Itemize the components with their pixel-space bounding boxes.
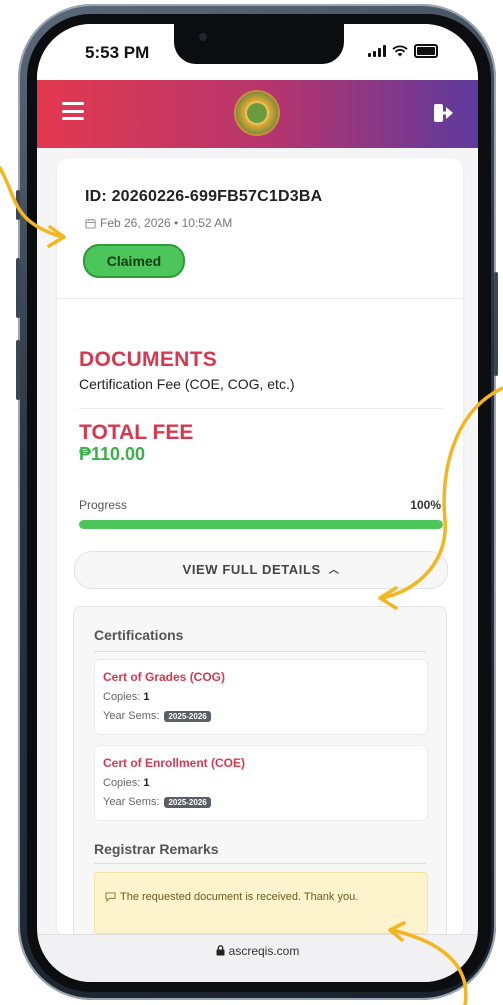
certification-year: Year Sems: 2025-2026 — [103, 710, 211, 722]
notch — [174, 24, 344, 64]
status-bar: 5:53 PM — [37, 24, 478, 80]
url-display: ascreqis.com — [37, 944, 478, 958]
total-fee-value: ₱110.00 — [79, 444, 146, 464]
progress-label: Progress — [79, 498, 128, 512]
camera-icon — [199, 33, 207, 41]
phone-side-button — [16, 190, 20, 220]
request-card: ID: 20260226-699FB57C1D3BA Feb 26, 2026 … — [57, 158, 463, 934]
total-fee-label: TOTAL FEE — [79, 421, 194, 444]
phone-volume-up — [16, 258, 20, 318]
chat-icon — [105, 892, 116, 903]
progress-value: 100% — [410, 498, 441, 512]
certifications-title: Certifications — [94, 627, 184, 643]
status-badge: Claimed — [83, 244, 185, 278]
wifi-icon — [392, 45, 408, 57]
logout-icon[interactable] — [432, 101, 456, 125]
registrar-remark: The requested document is received. Than… — [94, 872, 428, 934]
remark-text-wrap: The requested document is received. Than… — [105, 887, 405, 908]
hamburger-icon[interactable] — [62, 102, 84, 120]
browser-url-bar[interactable]: ascreqis.com — [37, 934, 478, 982]
progress-bar — [79, 520, 443, 529]
content-area: ID: 20260226-699FB57C1D3BA Feb 26, 2026 … — [37, 148, 478, 934]
remark-text: The requested document is received. Than… — [120, 891, 359, 903]
category-subtitle: Certification Fee (COE, COG, etc.) — [79, 376, 295, 392]
chevron-up-icon: ︿ — [328, 565, 340, 576]
request-id: ID: 20260226-699FB57C1D3BA — [85, 188, 323, 205]
url-text: ascreqis.com — [228, 944, 300, 958]
request-date-row: Feb 26, 2026 • 10:52 AM — [85, 216, 232, 230]
app-header — [37, 80, 478, 148]
certification-item: Cert of Enrollment (COE) Copies: 1 Year … — [94, 745, 428, 821]
phone-volume-down — [16, 340, 20, 400]
certification-name: Cert of Enrollment (COE) — [103, 756, 246, 770]
divider — [94, 863, 426, 864]
divider — [94, 651, 426, 652]
college-seal-logo — [236, 92, 278, 134]
details-panel: Certifications Cert of Grades (COG) Copi… — [73, 606, 447, 934]
signal-icon — [368, 45, 386, 57]
phone-screen: 5:53 PM ID: 20260226-699FB57C1D3BA Feb 2… — [37, 24, 478, 982]
year-badge: 2025-2026 — [164, 710, 211, 722]
view-full-details-button[interactable]: VIEW FULL DETAILS ︿ — [74, 551, 448, 589]
lock-icon — [216, 945, 225, 956]
registrar-remarks-title: Registrar Remarks — [94, 841, 219, 857]
certification-copies: Copies: 1 — [103, 691, 150, 703]
view-full-details-label: VIEW FULL DETAILS — [182, 562, 321, 577]
status-icons — [368, 44, 438, 58]
certification-name: Cert of Grades (COG) — [103, 670, 226, 684]
progress-bar-fill — [79, 520, 443, 529]
certification-copies: Copies: 1 — [103, 777, 150, 789]
phone-power-button — [494, 272, 498, 376]
battery-icon — [414, 44, 438, 58]
certification-year: Year Sems: 2025-2026 — [103, 796, 211, 808]
calendar-icon — [85, 218, 96, 229]
status-time: 5:53 PM — [85, 43, 150, 62]
certification-item: Cert of Grades (COG) Copies: 1 Year Sems… — [94, 659, 428, 735]
category-title: DOCUMENTS — [79, 348, 218, 371]
divider — [57, 298, 463, 299]
request-date: Feb 26, 2026 • 10:52 AM — [100, 216, 233, 230]
divider — [79, 408, 443, 409]
year-badge: 2025-2026 — [164, 796, 211, 808]
